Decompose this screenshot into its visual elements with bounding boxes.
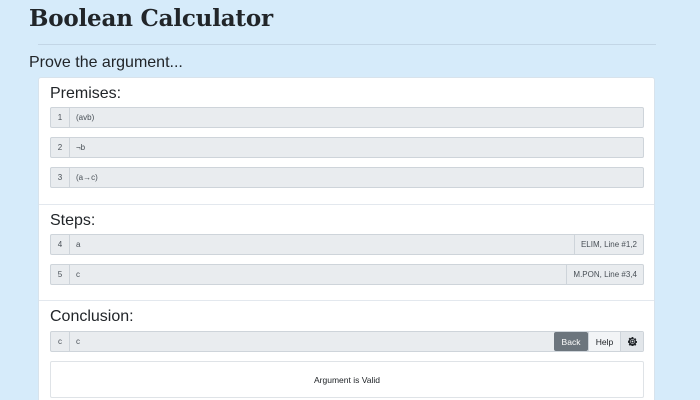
step-expression[interactable]: c (70, 265, 566, 284)
conclusion-row: c c Back Help (50, 331, 644, 352)
step-rule: ELIM, Line #1,2 (573, 235, 643, 254)
line-number: 2 (51, 138, 70, 157)
conclusion-label: c (51, 332, 70, 351)
line-number: 3 (51, 168, 70, 187)
proof-card: Premises: 1 (avb) 2 ¬b 3 (a→c) Steps: 4 … (38, 77, 655, 400)
result-message: Argument is Valid (50, 361, 644, 398)
settings-button[interactable] (620, 332, 643, 351)
step-expression[interactable]: a (70, 235, 574, 254)
app-title: Boolean Calculator (29, 5, 273, 32)
premise-expression[interactable]: (avb) (70, 108, 643, 127)
premises-heading: Premises: (50, 85, 122, 102)
back-button[interactable]: Back (554, 332, 588, 351)
conclusion-input[interactable]: c (70, 332, 554, 351)
step-rule: M.PON, Line #3,4 (566, 265, 643, 284)
page-subtitle: Prove the argument... (29, 54, 183, 71)
line-number: 5 (51, 265, 70, 284)
premise-expression[interactable]: ¬b (70, 138, 643, 157)
premise-row-2: 2 ¬b (50, 137, 644, 158)
steps-heading: Steps: (50, 212, 96, 229)
premise-expression[interactable]: (a→c) (70, 168, 643, 187)
help-button[interactable]: Help (588, 332, 620, 351)
premise-row-3: 3 (a→c) (50, 167, 644, 188)
step-row-5: 5 c M.PON, Line #3,4 (50, 264, 644, 285)
title-divider (38, 44, 656, 45)
section-divider (39, 300, 654, 301)
section-divider (39, 204, 654, 205)
gear-icon (627, 337, 637, 346)
conclusion-heading: Conclusion: (50, 308, 134, 325)
line-number: 4 (51, 235, 70, 254)
premise-row-1: 1 (avb) (50, 107, 644, 128)
step-row-4: 4 a ELIM, Line #1,2 (50, 234, 644, 255)
line-number: 1 (51, 108, 70, 127)
